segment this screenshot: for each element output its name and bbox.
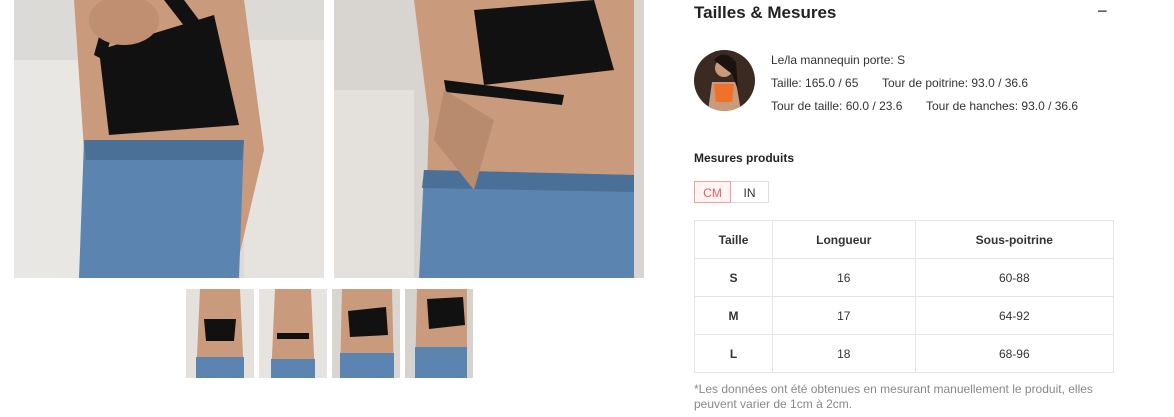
thumbnail-2[interactable] [259, 289, 327, 378]
unit-in-button[interactable]: IN [731, 181, 769, 203]
model-height: Taille: 165.0 / 65 [771, 76, 859, 90]
measurements-title: Mesures produits [694, 151, 795, 165]
collapse-toggle[interactable]: − [1097, 1, 1108, 21]
cell-size: S [694, 258, 773, 297]
cell-sous-poitrine: 64-92 [914, 296, 1115, 335]
cell-sous-poitrine: 60-88 [914, 258, 1115, 297]
header-longueur: Longueur [771, 220, 916, 259]
cell-longueur: 18 [771, 334, 916, 373]
model-waist: Tour de taille: 60.0 / 23.6 [771, 99, 903, 113]
model-bust: Tour de poitrine: 93.0 / 36.6 [882, 76, 1029, 90]
table-header-row: Taille Longueur Sous-poitrine [694, 220, 1115, 259]
model-hips: Tour de hanches: 93.0 / 36.6 [926, 99, 1079, 113]
unit-toggle: CM IN [694, 181, 769, 203]
measurement-note: *Les données ont été obtenues en mesuran… [694, 382, 1093, 411]
cell-size: L [694, 334, 773, 373]
cell-sous-poitrine: 68-96 [914, 334, 1115, 373]
table-row: M 17 64-92 [694, 296, 1115, 335]
product-photo-1[interactable] [14, 0, 324, 278]
thumbnail-1[interactable] [186, 289, 254, 378]
model-info: Le/la mannequin porte: S Taille: 165.0 /… [771, 49, 1111, 118]
model-wears-label: Le/la mannequin porte: S [771, 53, 906, 67]
cell-size: M [694, 296, 773, 335]
cell-longueur: 17 [771, 296, 916, 335]
size-table: Taille Longueur Sous-poitrine S 16 60-88… [694, 220, 1115, 373]
section-title: Tailles & Mesures [694, 3, 837, 22]
table-row: S 16 60-88 [694, 258, 1115, 297]
model-avatar [694, 50, 755, 111]
unit-cm-button[interactable]: CM [694, 181, 731, 203]
thumbnail-4[interactable] [405, 289, 473, 378]
cell-longueur: 16 [771, 258, 916, 297]
thumbnail-3[interactable] [332, 289, 400, 378]
header-taille: Taille [694, 220, 773, 259]
table-row: L 18 68-96 [694, 334, 1115, 373]
product-photo-2[interactable] [334, 0, 644, 278]
header-sous-poitrine: Sous-poitrine [914, 220, 1115, 259]
